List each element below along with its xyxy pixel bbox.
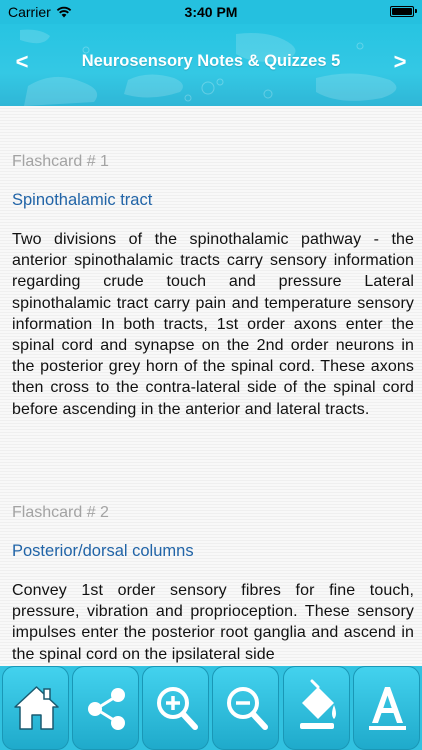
font-button[interactable] — [353, 666, 420, 750]
zoom-out-icon — [227, 687, 268, 730]
status-bar: Carrier 3:40 PM — [0, 0, 422, 24]
font-icon — [369, 687, 406, 730]
clock: 3:40 PM — [184, 4, 238, 20]
page-title: Neurosensory Notes & Quizzes 5 — [81, 52, 341, 70]
flashcard-content[interactable]: Flashcard # 1 Spinothalamic tract Two di… — [0, 106, 422, 666]
next-button[interactable]: > — [385, 48, 415, 78]
flashcard-body: Convey 1st order sensory fibres for fine… — [12, 582, 414, 663]
flashcard-number: Flashcard # 2 — [12, 504, 109, 521]
battery-icon — [390, 6, 417, 17]
paint-bucket-icon — [300, 679, 336, 729]
share-button[interactable] — [72, 666, 139, 750]
flashcard-number: Flashcard # 1 — [12, 153, 109, 170]
flashcard-title: Posterior/dorsal columns — [12, 542, 194, 560]
share-icon — [88, 688, 125, 730]
bottom-toolbar — [0, 666, 422, 750]
home-button[interactable] — [2, 666, 69, 750]
flashcard-title: Spinothalamic tract — [12, 191, 153, 209]
zoom-in-icon — [157, 687, 198, 730]
background-color-button[interactable] — [283, 666, 350, 750]
navigation-bar: < Neurosensory Notes & Quizzes 5 > — [0, 24, 422, 106]
flashcard: Flashcard # 2 Posterior/dorsal columns C… — [12, 504, 414, 665]
flashcard-body: Two divisions of the spinothalamic pathw… — [12, 231, 414, 418]
previous-button[interactable]: < — [7, 48, 37, 78]
zoom-in-button[interactable] — [142, 666, 209, 750]
zoom-out-button[interactable] — [212, 666, 279, 750]
home-icon — [14, 686, 59, 730]
flashcard: Flashcard # 1 Spinothalamic tract Two di… — [12, 153, 414, 420]
